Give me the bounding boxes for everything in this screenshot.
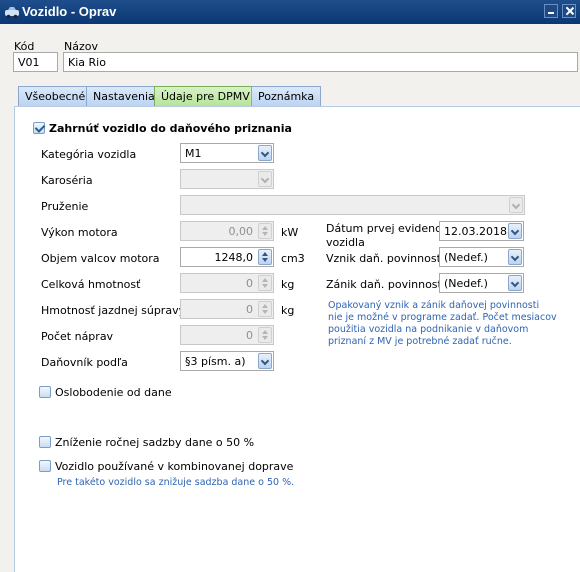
first-registration-value: 12.03.2018 xyxy=(444,225,507,238)
close-button[interactable] xyxy=(562,4,576,18)
stepper-icon[interactable] xyxy=(258,249,272,265)
minimize-button[interactable] xyxy=(544,4,558,18)
power-unit: kW xyxy=(281,226,299,239)
liability-note-line: Opakovaný vznik a zánik daňovej povinnos… xyxy=(328,300,540,311)
liability-note-line: nie je možné v programe zadať. Počet mes… xyxy=(328,312,557,323)
combined-transport-note: Pre takéto vozidlo sa znižuje sadzba dan… xyxy=(57,477,295,488)
power-label: Výkon motora xyxy=(41,226,118,239)
combo-weight-value: 0 xyxy=(246,303,253,316)
body-label: Karoséria xyxy=(41,174,93,187)
exempt-checkbox[interactable] xyxy=(39,386,51,398)
tab-settings[interactable]: Nastavenia xyxy=(86,86,162,106)
title-bar: Vozidlo - Oprav xyxy=(0,0,580,24)
liability-start-value: (Nedef.) xyxy=(444,251,488,264)
displacement-value: 1248,0 xyxy=(214,251,254,264)
suspension-select[interactable] xyxy=(180,195,525,215)
name-field[interactable]: Kia Rio xyxy=(63,52,578,72)
category-value: M1 xyxy=(185,147,202,160)
chevron-down-icon[interactable] xyxy=(508,275,522,291)
liability-start-label: Vznik daň. povinnosti xyxy=(326,252,444,265)
stepper-icon[interactable] xyxy=(258,275,272,291)
chevron-down-icon[interactable] xyxy=(509,197,523,213)
combined-transport-checkbox[interactable] xyxy=(39,460,51,472)
chevron-down-icon[interactable] xyxy=(258,171,272,187)
total-weight-value: 0 xyxy=(246,277,253,290)
combo-weight-label: Hmotnosť jazdnej súpravy xyxy=(41,304,186,317)
stepper-icon[interactable] xyxy=(258,223,272,239)
stepper-icon[interactable] xyxy=(258,327,272,343)
axles-value: 0 xyxy=(246,329,253,342)
total-weight-label: Celková hmotnosť xyxy=(41,278,141,291)
first-registration-date[interactable]: 12.03.2018 xyxy=(439,221,524,241)
total-weight-unit: kg xyxy=(281,278,295,291)
body-select[interactable] xyxy=(180,169,274,189)
power-value: 0,00 xyxy=(228,225,254,238)
suspension-label: Pruženie xyxy=(41,200,89,213)
chevron-down-icon[interactable] xyxy=(258,353,272,369)
tab-general[interactable]: Všeobecné xyxy=(18,86,93,106)
liability-note: Opakovaný vznik a zánik daňovej povinnos… xyxy=(328,300,557,348)
tab-note[interactable]: Poznámka xyxy=(251,86,322,106)
liability-start-select[interactable]: (Nedef.) xyxy=(439,247,524,267)
category-select[interactable]: M1 xyxy=(180,143,274,163)
reduction-label: Zníženie ročnej sadzby dane o 50 % xyxy=(55,436,255,449)
combined-transport-label: Vozidlo používané v kombinovanej doprave xyxy=(55,460,294,473)
liability-end-value: (Nedef.) xyxy=(444,277,488,290)
car-icon xyxy=(5,7,19,19)
displacement-field[interactable]: 1248,0 xyxy=(180,247,274,267)
exempt-label: Oslobodenie od dane xyxy=(55,386,172,399)
liability-end-label: Zánik daň. povinnosti xyxy=(326,278,445,291)
axles-field[interactable]: 0 xyxy=(180,325,274,345)
combo-weight-unit: kg xyxy=(281,304,295,317)
total-weight-field[interactable]: 0 xyxy=(180,273,274,293)
chevron-down-icon[interactable] xyxy=(508,249,522,265)
liability-note-line: použitia vozidla na podnikanie v daňovom xyxy=(328,324,529,335)
displacement-label: Objem valcov motora xyxy=(41,252,160,265)
category-label: Kategória vozidla xyxy=(41,148,137,161)
taxpayer-label: Daňovník podľa xyxy=(41,356,128,369)
taxpayer-value: §3 písm. a) xyxy=(185,355,246,368)
window-title: Vozidlo - Oprav xyxy=(22,4,117,19)
axles-label: Počet náprav xyxy=(41,330,114,343)
power-field[interactable]: 0,00 xyxy=(180,221,274,241)
chevron-down-icon[interactable] xyxy=(508,223,522,239)
first-registration-label: Dátum prvej evidencie xyxy=(326,222,451,235)
combo-weight-field[interactable]: 0 xyxy=(180,299,274,319)
code-field[interactable]: V01 xyxy=(13,52,58,72)
include-tax-return-checkbox[interactable] xyxy=(33,122,45,134)
include-tax-return-label: Zahrnúť vozidlo do daňového priznania xyxy=(49,122,292,135)
tab-dpmv[interactable]: Údaje pre DPMV xyxy=(154,86,257,106)
displacement-unit: cm3 xyxy=(281,252,305,265)
liability-end-select[interactable]: (Nedef.) xyxy=(439,273,524,293)
first-registration-label-line2: vozidla xyxy=(326,236,365,249)
taxpayer-select[interactable]: §3 písm. a) xyxy=(180,351,274,371)
liability-note-line: priznaní z MV je potrebné zadať ručne. xyxy=(328,336,512,347)
reduction-checkbox[interactable] xyxy=(39,436,51,448)
chevron-down-icon[interactable] xyxy=(258,145,272,161)
stepper-icon[interactable] xyxy=(258,301,272,317)
